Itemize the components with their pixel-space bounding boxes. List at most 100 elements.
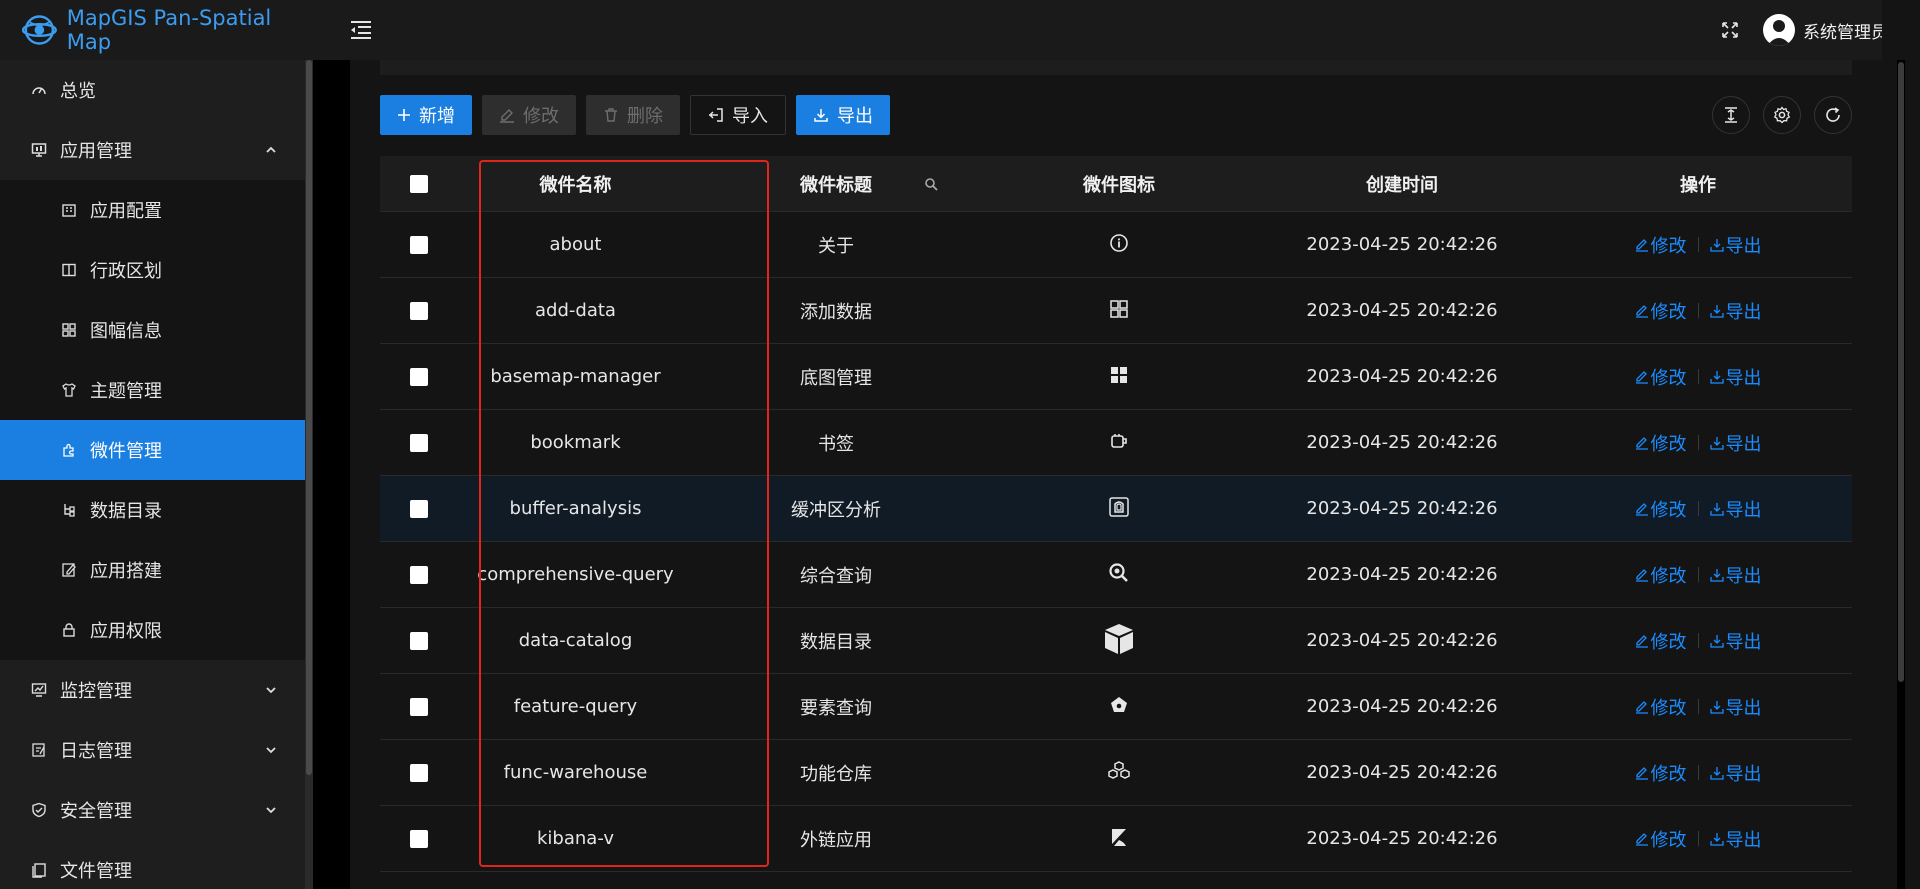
sidebar-item-theme[interactable]: 主题管理: [0, 360, 313, 420]
edit-icon: [1635, 700, 1648, 714]
sidebar-item-security[interactable]: 安全管理: [0, 780, 305, 840]
row-edit-link[interactable]: 修改: [1635, 430, 1687, 456]
column-header-time[interactable]: 创建时间: [1260, 171, 1544, 197]
export-button[interactable]: 导出: [796, 95, 890, 135]
row-export-link[interactable]: 导出: [1709, 232, 1762, 258]
edit-icon: [1635, 832, 1648, 846]
sidebar-item-log[interactable]: 日志管理: [0, 720, 305, 780]
widget-icon-cell: [978, 299, 1260, 323]
sidebar-item-map-sheet[interactable]: 图幅信息: [0, 300, 313, 360]
widget-icon-cell: [978, 562, 1260, 588]
sidebar-scrollbar-thumb[interactable]: [306, 60, 312, 775]
column-height-button[interactable]: [1712, 96, 1750, 134]
fullscreen-button[interactable]: [1719, 19, 1741, 41]
settings-button[interactable]: [1763, 96, 1801, 134]
user-menu[interactable]: 系统管理员: [1763, 14, 1888, 46]
created-time-cell: 2023-04-25 20:42:26: [1306, 564, 1498, 585]
chevron-down-icon: [266, 747, 276, 754]
sidebar-item-widget[interactable]: 微件管理: [0, 420, 313, 480]
row-checkbox[interactable]: [409, 367, 428, 386]
sidebar-item-monitor[interactable]: 监控管理: [0, 660, 305, 720]
created-time-cell: 2023-04-25 20:42:26: [1306, 234, 1498, 255]
row-checkbox[interactable]: [409, 631, 428, 650]
row-checkbox[interactable]: [409, 829, 428, 848]
ops-divider: [1697, 831, 1699, 846]
table-row[interactable]: bookmark 书签 2023-04-25 20:42:26 修改 导出: [380, 410, 1852, 476]
row-select-cell: [380, 499, 457, 518]
table-row[interactable]: feature-query 要素查询 2023-04-25 20:42:26 修…: [380, 674, 1852, 740]
row-checkbox[interactable]: [409, 763, 428, 782]
row-edit-link[interactable]: 修改: [1635, 562, 1687, 588]
sidebar-item-overview[interactable]: 总览: [0, 60, 305, 120]
ops-divider: [1697, 435, 1699, 450]
table-row[interactable]: buffer-analysis 缓冲区分析 2023-04-25 20:42:2…: [380, 476, 1852, 542]
table-tools: [1712, 96, 1852, 134]
sidebar-scrollbar[interactable]: [305, 60, 313, 889]
table-row[interactable]: add-data 添加数据 2023-04-25 20:42:26 修改 导出: [380, 278, 1852, 344]
sidebar-item-app-config[interactable]: 应用配置: [0, 180, 313, 240]
row-checkbox[interactable]: [409, 499, 428, 518]
column-header-name[interactable]: 微件名称: [457, 171, 694, 197]
row-checkbox[interactable]: [409, 235, 428, 254]
sidebar-item-app-build[interactable]: 应用搭建: [0, 540, 313, 600]
table-row[interactable]: basemap-manager 底图管理 2023-04-25 20:42:26…: [380, 344, 1852, 410]
download-icon: [1709, 568, 1724, 582]
table-row[interactable]: kibana-v 外链应用 2023-04-25 20:42:26 修改 导出: [380, 806, 1852, 872]
row-export-link[interactable]: 导出: [1709, 430, 1762, 456]
row-export-link[interactable]: 导出: [1709, 694, 1762, 720]
row-edit-link[interactable]: 修改: [1635, 760, 1687, 786]
edit-button[interactable]: 修改: [482, 95, 576, 135]
delete-button[interactable]: 删除: [586, 95, 680, 135]
row-edit-link[interactable]: 修改: [1635, 298, 1687, 324]
menu-collapse-button[interactable]: [348, 17, 374, 43]
row-export-link[interactable]: 导出: [1709, 298, 1762, 324]
download-icon: [1709, 238, 1724, 252]
ops-divider: [1697, 369, 1699, 384]
monitor-icon: [30, 141, 48, 159]
row-export-link[interactable]: 导出: [1709, 364, 1762, 390]
row-edit-label: 修改: [1650, 565, 1687, 587]
sidebar-item-admin-division[interactable]: 行政区划: [0, 240, 313, 300]
widget-icon-cell: [978, 496, 1260, 522]
row-select-cell: [380, 565, 457, 584]
row-export-label: 导出: [1725, 763, 1762, 785]
row-edit-link[interactable]: 修改: [1635, 826, 1687, 852]
row-export-link[interactable]: 导出: [1709, 826, 1762, 852]
sidebar-item-data-catalog[interactable]: 数据目录: [0, 480, 313, 540]
row-export-link[interactable]: 导出: [1709, 496, 1762, 522]
row-checkbox[interactable]: [409, 565, 428, 584]
page-scrollbar-thumb[interactable]: [1898, 62, 1904, 682]
select-all-checkbox[interactable]: [409, 174, 428, 193]
row-export-link[interactable]: 导出: [1709, 562, 1762, 588]
row-export-link[interactable]: 导出: [1709, 628, 1762, 654]
sidebar-item-label: 应用配置: [90, 201, 162, 222]
appstore-filled-icon: [1109, 365, 1129, 389]
widget-title-cell: 添加数据: [800, 301, 872, 323]
row-checkbox[interactable]: [409, 301, 428, 320]
table-row[interactable]: about 关于 2023-04-25 20:42:26 修改 导出: [380, 212, 1852, 278]
column-header-title[interactable]: 微件标题: [694, 171, 978, 197]
sidebar-item-app-management[interactable]: 应用管理: [0, 120, 305, 180]
refresh-button[interactable]: [1814, 96, 1852, 134]
table-row[interactable]: comprehensive-query 综合查询 2023-04-25 20:4…: [380, 542, 1852, 608]
row-edit-link[interactable]: 修改: [1635, 496, 1687, 522]
plus-icon: [398, 109, 410, 121]
add-button[interactable]: 新增: [380, 95, 472, 135]
search-icon[interactable]: [924, 177, 938, 191]
row-edit-link[interactable]: 修改: [1635, 628, 1687, 654]
table-row[interactable]: func-warehouse 功能仓库 2023-04-25 20:42:26 …: [380, 740, 1852, 806]
import-button[interactable]: 导入: [690, 95, 786, 135]
row-checkbox[interactable]: [409, 697, 428, 716]
row-edit-link[interactable]: 修改: [1635, 694, 1687, 720]
row-select-cell: [380, 631, 457, 650]
row-edit-link[interactable]: 修改: [1635, 364, 1687, 390]
table-row[interactable]: data-catalog 数据目录 2023-04-25 20:42:26 修改…: [380, 608, 1852, 674]
sidebar-item-file[interactable]: 文件管理: [0, 840, 305, 889]
app-title: MapGIS Pan-Spatial Map: [66, 6, 272, 54]
sidebar-item-app-permission[interactable]: 应用权限: [0, 600, 313, 660]
row-export-link[interactable]: 导出: [1709, 760, 1762, 786]
row-select-cell: [380, 235, 457, 254]
row-edit-link[interactable]: 修改: [1635, 232, 1687, 258]
row-checkbox[interactable]: [409, 433, 428, 452]
row-select-cell: [380, 301, 457, 320]
